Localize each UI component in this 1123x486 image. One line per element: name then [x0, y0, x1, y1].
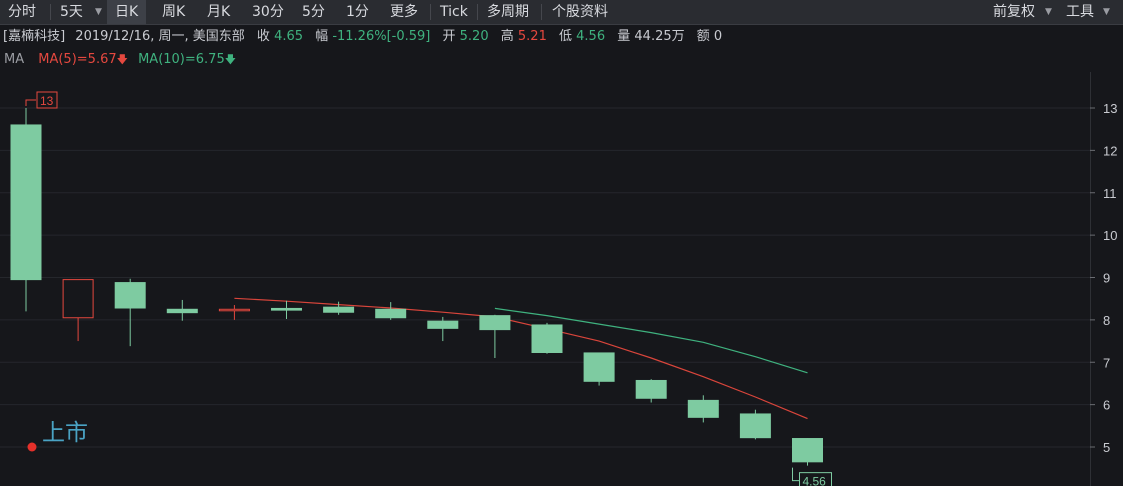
period-toolbar: 分时 5天 ▼ 日K 周K 月K 30分 5分 1分 更多 Tick 多周期 个…	[0, 0, 1123, 25]
candle-body	[166, 308, 198, 314]
candle[interactable]	[792, 438, 823, 466]
close-label: 收	[256, 29, 270, 44]
toolbar-divider	[430, 4, 431, 20]
tab-more[interactable]: 更多	[390, 0, 418, 24]
listing-label: 上市	[42, 420, 88, 446]
candle-body	[687, 399, 719, 418]
adjust-dropdown[interactable]: 前复权	[993, 0, 1035, 24]
ma5-line	[234, 297, 808, 420]
candle[interactable]	[218, 305, 250, 320]
y-tick-label: 8	[1103, 313, 1110, 328]
ma-legend-label: MA	[4, 52, 25, 67]
candle-body	[792, 438, 823, 463]
stock-name: [嘉楠科技]	[3, 29, 66, 44]
candle[interactable]	[375, 302, 407, 320]
low-label: 低	[559, 29, 573, 44]
y-tick-label: 6	[1103, 398, 1110, 413]
candle[interactable]	[166, 299, 198, 321]
candle[interactable]	[531, 322, 563, 354]
down-arrow-icon: 🡇	[116, 53, 128, 66]
candle-body	[218, 308, 250, 312]
quote-datetime: 2019/12/16, 周一, 美国东部	[75, 29, 245, 44]
candle[interactable]	[323, 301, 355, 315]
open-value: 5.20	[459, 29, 489, 44]
close-value: 4.65	[274, 29, 304, 44]
candle-body	[531, 324, 563, 354]
candle[interactable]	[739, 409, 771, 440]
ma10-legend-value: MA(10)=6.75	[138, 52, 225, 67]
candle-body	[62, 279, 94, 319]
amount-value: 0	[713, 29, 723, 44]
tab-30min[interactable]: 30分	[252, 0, 284, 24]
candle-body	[739, 413, 771, 439]
low-value: 4.56	[576, 29, 606, 44]
tab-daily-k[interactable]: 日K	[107, 0, 147, 24]
candle-body	[323, 306, 355, 313]
listing-dot[interactable]	[27, 442, 37, 452]
tab-monthly-k[interactable]: 月K	[207, 0, 230, 24]
candle[interactable]	[583, 352, 615, 386]
candle-body	[635, 379, 667, 399]
candle-body	[114, 282, 146, 309]
tab-stock-profile[interactable]: 个股资料	[552, 0, 608, 24]
candle[interactable]	[687, 395, 719, 423]
tools-dropdown[interactable]: 工具	[1066, 0, 1094, 24]
chevron-down-icon[interactable]: ▼	[95, 0, 102, 24]
candle-body	[375, 308, 407, 319]
candle[interactable]	[10, 108, 42, 312]
chevron-down-icon[interactable]: ▼	[1045, 0, 1052, 24]
y-tick-label: 11	[1103, 186, 1117, 201]
change-label: 幅	[315, 29, 329, 44]
tab-weekly-k[interactable]: 周K	[162, 0, 185, 24]
high-marker-leader	[25, 99, 36, 106]
low-marker-leader	[792, 467, 800, 482]
candle-body	[427, 320, 459, 329]
toolbar-divider	[477, 4, 478, 20]
volume-label: 量	[617, 29, 631, 44]
candle-body	[583, 352, 615, 382]
high-marker-label: 13	[40, 94, 54, 108]
candle[interactable]	[479, 314, 511, 359]
candle[interactable]	[427, 316, 459, 342]
down-arrow-icon: 🡇	[224, 53, 237, 66]
ma10-line	[494, 307, 808, 374]
y-tick-label: 12	[1103, 143, 1117, 158]
y-tick-label: 5	[1103, 440, 1110, 455]
open-label: 开	[442, 29, 456, 44]
amount-label: 额	[696, 29, 710, 44]
candle-body	[479, 315, 511, 331]
low-marker-box	[799, 472, 832, 486]
toolbar-divider	[541, 4, 542, 20]
y-tick-label: 7	[1103, 355, 1110, 370]
high-label: 高	[500, 29, 514, 44]
toolbar-divider	[50, 4, 51, 20]
candle[interactable]	[271, 300, 302, 320]
quote-info-bar: [嘉楠科技] 2019/12/16, 周一, 美国东部 收 4.65 幅 -11…	[0, 27, 722, 47]
tab-tick[interactable]: Tick	[440, 0, 468, 24]
tab-1min[interactable]: 1分	[346, 0, 369, 24]
y-tick-label: 9	[1103, 271, 1110, 286]
change-pct-value: -11.26%	[332, 29, 387, 44]
y-tick-label: 13	[1103, 101, 1117, 116]
tab-5min[interactable]: 5分	[302, 0, 325, 24]
candle[interactable]	[114, 278, 146, 347]
candle-body	[10, 124, 42, 281]
ma-legend: MA MA(5)=5.67🡇 MA(10)=6.75🡇	[0, 51, 236, 69]
price-axis-divider	[1090, 72, 1091, 486]
candlestick-chart[interactable]: 5 6 7 8 9 10 11 12 13 13 4.56 上市	[0, 0, 1123, 486]
high-value: 5.21	[517, 29, 547, 44]
tab-multi-period[interactable]: 多周期	[487, 0, 529, 24]
candle-body	[271, 307, 302, 311]
high-marker-box	[36, 91, 58, 109]
tab-intraday[interactable]: 分时	[8, 0, 36, 24]
candle[interactable]	[635, 379, 667, 403]
volume-value: 44.25万	[634, 29, 685, 44]
y-tick-label: 10	[1103, 228, 1117, 243]
candle[interactable]	[62, 279, 94, 342]
ma5-legend-value: MA(5)=5.67	[38, 52, 117, 67]
low-marker-label: 4.56	[803, 475, 827, 486]
tab-5day[interactable]: 5天	[60, 0, 83, 24]
change-value: [-0.59]	[386, 29, 431, 44]
chevron-down-icon[interactable]: ▼	[1103, 0, 1110, 24]
